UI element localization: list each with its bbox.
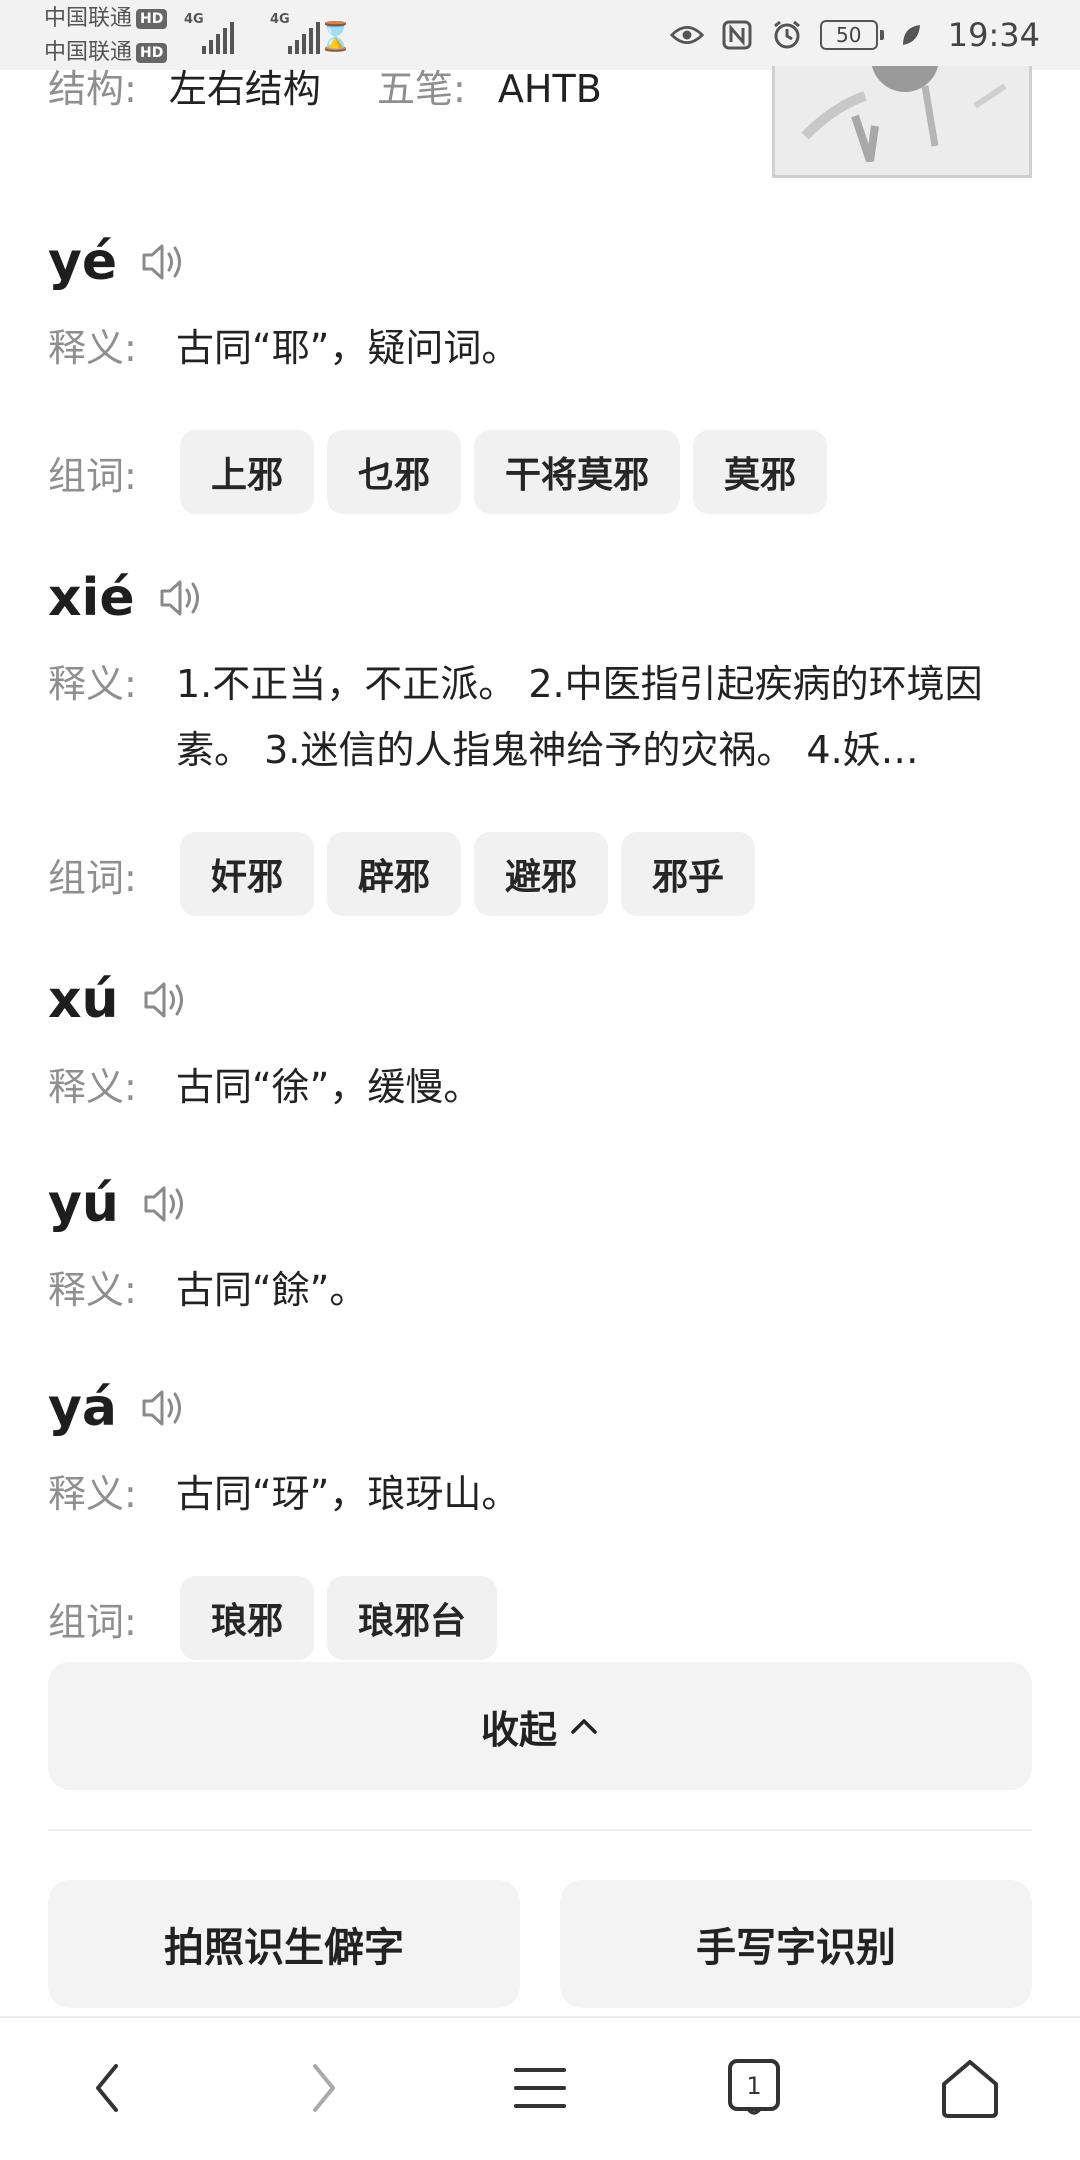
speaker-icon[interactable] [141,1180,189,1228]
speaker-icon[interactable] [157,574,205,622]
definition-text: 1.不正当，不正派。 2.中医指引起疾病的环境因素。 3.迷信的人指鬼神给予的灾… [176,662,983,772]
status-bar: 中国联通 HD 中国联通 HD 4G 4G ⌛ 50 19:34 [0,0,1080,70]
divider [48,1829,1032,1831]
word-chip[interactable]: 辟邪 [327,832,462,916]
pinyin: yá [48,1378,117,1438]
character-info: 结构: 左右结构 五笔: AHTB [48,64,602,114]
pinyin-entry-yu: yú [48,1169,189,1239]
forward-button[interactable] [283,2048,363,2128]
word-chip[interactable]: 奸邪 [180,832,315,916]
word-chip[interactable]: 琅邪台 [327,1576,498,1660]
definition-row: 释义: 1.不正当，不正派。 2.中医指引起疾病的环境因素。 3.迷信的人指鬼神… [48,651,1038,783]
word-chip[interactable]: 上邪 [180,430,315,514]
signal-1-icon: 4G [184,12,234,54]
chevron-right-icon [313,2064,335,2112]
pinyin-entry-xu: xú [48,965,189,1035]
nfc-icon [720,18,754,52]
definition-text: 古同“徐”，缓慢。 [176,1065,482,1109]
structure-value: 左右结构 [168,67,321,111]
word-chip[interactable]: 琅邪 [180,1576,315,1660]
pinyin: xié [48,568,135,628]
word-chip[interactable]: 避邪 [474,832,609,916]
eye-icon [669,18,704,52]
collapse-button[interactable]: 收起 [48,1662,1032,1790]
definition-text: 古同“餘”。 [176,1268,368,1312]
definition-label: 释义: [48,1268,137,1312]
definition-row: 释义: 古同“徐”，缓慢。 [48,1054,1038,1120]
definition-text: 古同“玡”，琅玡山。 [176,1472,520,1516]
carrier-2: 中国联通 HD [44,40,168,66]
words-row: 组词: 上邪 乜邪 干将莫邪 莫邪 [48,430,840,514]
back-button[interactable] [68,2048,148,2128]
home-button[interactable] [930,2048,1010,2128]
menu-icon [514,2068,566,2108]
words-label: 组词: [48,855,137,900]
speaker-icon[interactable] [139,238,187,286]
tabs-button[interactable]: 1 [714,2048,794,2128]
speaker-icon[interactable] [139,1384,187,1432]
definition-label: 释义: [48,1472,137,1516]
bottom-nav: 1 [0,2016,1080,2160]
definition-row: 释义: 古同“玡”，琅玡山。 [48,1461,1038,1527]
definition-text: 古同“耶”，疑问词。 [176,326,520,370]
pinyin-entry-xie: xié [48,563,205,633]
svg-text:1: 1 [746,2072,761,2100]
definition-label: 释义: [48,326,137,370]
words-row: 组词: 琅邪 琅邪台 [48,1576,510,1660]
battery-icon: 50 [819,20,884,50]
words-label: 组词: [48,453,137,498]
word-chip[interactable]: 邪乎 [621,832,756,916]
chevron-up-icon [569,1711,599,1741]
pinyin-entry-ye: yé [48,227,187,297]
handwriting-recognition-button[interactable]: 手写字识别 [560,1880,1032,2008]
hourglass-icon: ⌛ [318,20,353,53]
signal-2-icon: 4G [270,12,320,54]
home-icon [942,2060,998,2118]
menu-button[interactable] [500,2048,580,2128]
words-label: 组词: [48,1599,137,1644]
carrier-1: 中国联通 HD [44,6,168,32]
photo-recognition-button[interactable]: 拍照识生僻字 [48,1880,520,2008]
clock: 19:34 [947,16,1040,54]
collapse-label: 收起 [480,1707,557,1752]
pinyin: xú [48,970,119,1030]
wubi-label: 五笔: [377,67,466,111]
word-chip[interactable]: 干将莫邪 [474,430,681,514]
pinyin: yé [48,232,118,292]
definition-label: 释义: [48,662,137,706]
pinyin: yú [48,1174,119,1234]
wubi-value: AHTB [497,67,602,111]
structure-label: 结构: [48,67,137,111]
pinyin-entry-ya: yá [48,1373,187,1443]
tabs-icon: 1 [728,2059,780,2115]
definition-row: 释义: 古同“餘”。 [48,1257,1038,1323]
word-chip[interactable]: 乜邪 [327,430,462,514]
alarm-icon [770,18,804,52]
leaf-icon [894,18,928,52]
chevron-left-icon [96,2064,118,2112]
speaker-icon[interactable] [141,976,189,1024]
word-chip[interactable]: 莫邪 [693,430,828,514]
character-calligraphy-image [772,66,1032,178]
definition-row: 释义: 古同“耶”，疑问词。 [48,315,1038,381]
words-row: 组词: 奸邪 辟邪 避邪 邪乎 [48,832,768,916]
definition-label: 释义: [48,1065,137,1109]
